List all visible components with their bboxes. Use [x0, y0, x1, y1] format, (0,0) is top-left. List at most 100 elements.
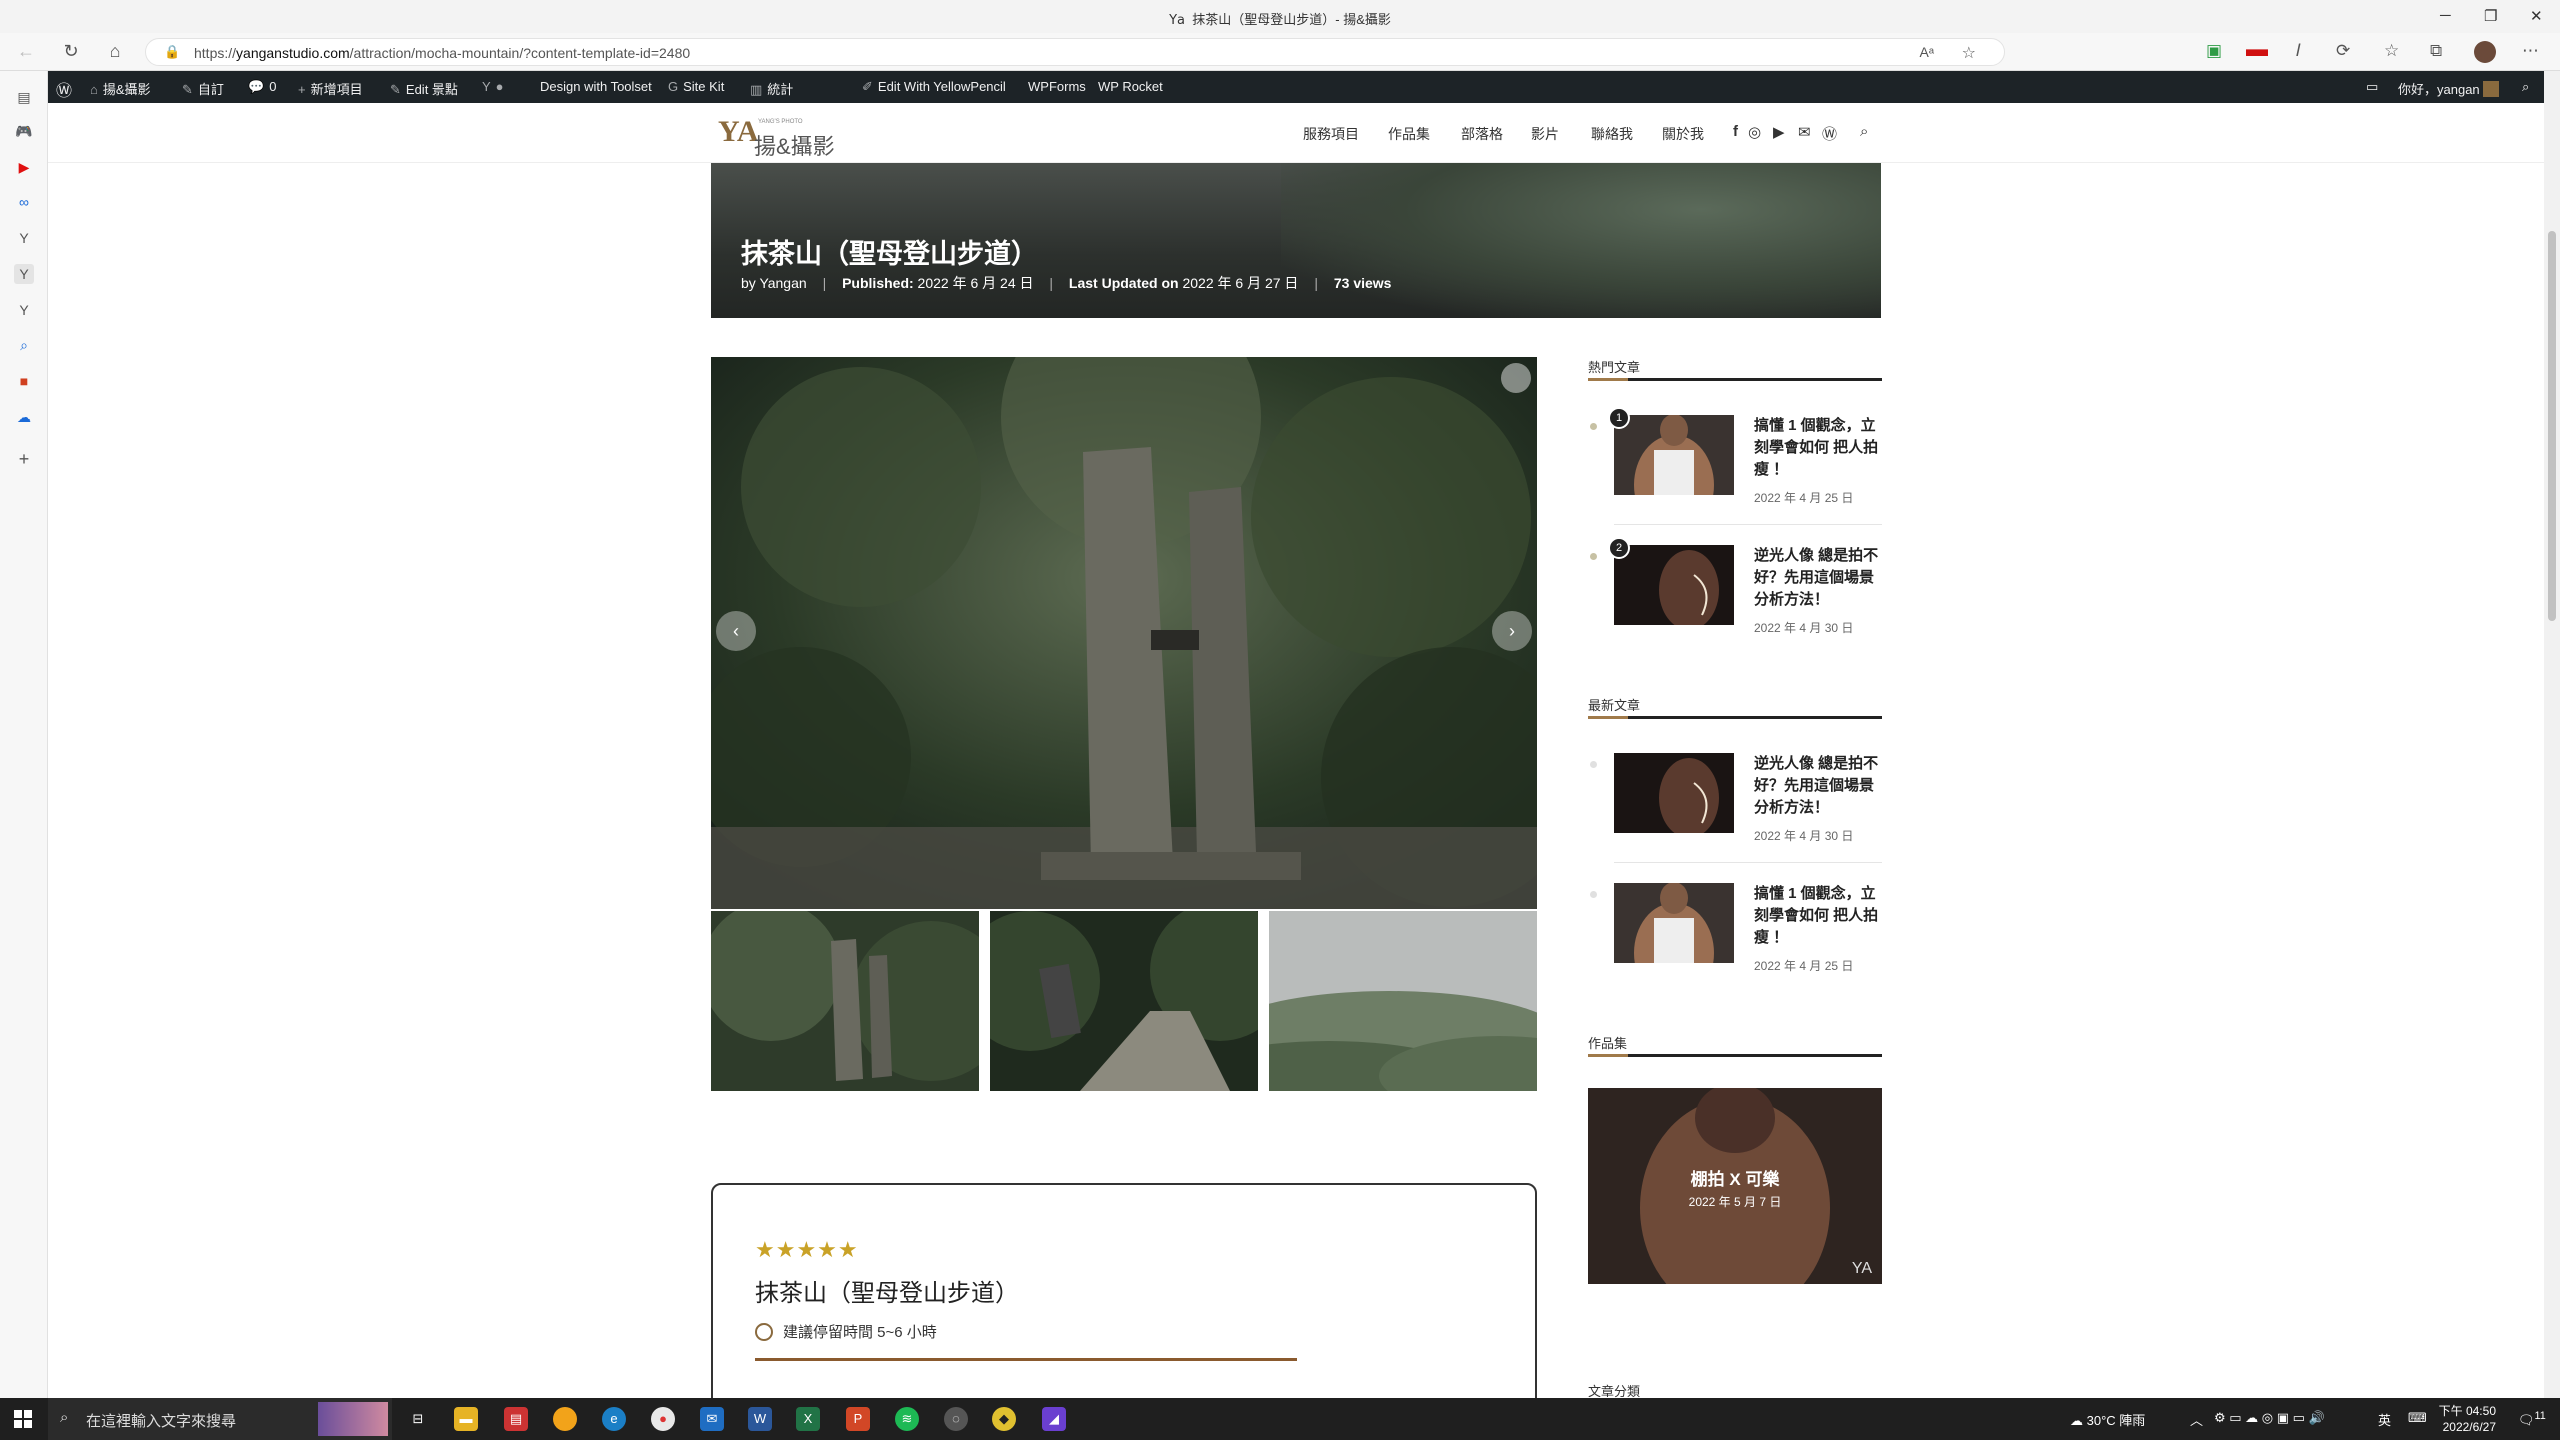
gallery-thumbnail[interactable]: [711, 911, 979, 1091]
wp-yellowpencil[interactable]: ✐ Edit With YellowPencil: [862, 79, 1006, 95]
sidebar-add-icon[interactable]: +: [14, 449, 34, 469]
page-scrollbar[interactable]: [2544, 71, 2560, 1398]
wp-site-name[interactable]: ⌂ 揚&攝影: [90, 79, 151, 98]
refresh-icon[interactable]: ↻: [59, 41, 83, 62]
chrome-icon[interactable]: ●: [651, 1407, 675, 1431]
sidebar-search-icon[interactable]: ⌕: [14, 335, 34, 355]
word-icon[interactable]: W: [748, 1407, 772, 1431]
post-title[interactable]: 逆光人像 總是拍不好？先用這個場景分析方法！: [1754, 753, 1882, 819]
restore-icon[interactable]: ❐: [2484, 7, 2497, 25]
gallery-thumbnail[interactable]: [1269, 911, 1537, 1091]
post-title[interactable]: 搞懂 1 個觀念，立刻學會如何 把人拍瘦 ！: [1754, 415, 1882, 481]
instagram-icon[interactable]: ◎: [1748, 123, 1761, 141]
nav-about[interactable]: 關於我: [1662, 124, 1704, 144]
popular-post-1[interactable]: 1 搞懂 1 個觀念，立刻學會如何 把人拍瘦 ！ 2022 年 4 月 25 日: [1588, 407, 1882, 535]
edge-icon[interactable]: e: [602, 1407, 626, 1431]
sidebar-ya2-icon[interactable]: Y: [14, 300, 34, 320]
sidebar-office-icon[interactable]: ■: [14, 371, 34, 391]
wp-notes-icon[interactable]: ▭: [2366, 79, 2378, 95]
wordpress-icon[interactable]: Ⓦ: [1822, 123, 1837, 144]
app-purple-icon[interactable]: ◢: [1042, 1407, 1066, 1431]
wp-search-icon[interactable]: ⌕: [2522, 79, 2529, 95]
app-gray-icon[interactable]: ◌: [944, 1407, 968, 1431]
nav-videos[interactable]: 影片: [1531, 124, 1559, 144]
wp-comments[interactable]: 💬 0: [248, 79, 276, 95]
wp-logo-icon[interactable]: Ⓦ: [56, 77, 72, 101]
app-weather-icon[interactable]: [553, 1407, 577, 1431]
post-title[interactable]: 搞懂 1 個觀念，立刻學會如何 把人拍瘦 ！: [1754, 883, 1882, 949]
profile-avatar[interactable]: [2474, 41, 2496, 63]
fullscreen-icon[interactable]: [1501, 363, 1531, 393]
wp-edit[interactable]: ✎ Edit 景點: [390, 79, 458, 98]
close-icon[interactable]: ✕: [2530, 7, 2543, 25]
latest-post-2[interactable]: 搞懂 1 個觀念，立刻學會如何 把人拍瘦 ！ 2022 年 4 月 25 日: [1588, 883, 1882, 1003]
back-icon[interactable]: ←: [14, 41, 38, 62]
home-icon[interactable]: ⌂: [103, 41, 127, 62]
youtube-icon[interactable]: ▶: [1773, 123, 1785, 141]
nav-portfolio[interactable]: 作品集: [1388, 124, 1430, 144]
sidebar-meta-icon[interactable]: ∞: [14, 192, 34, 212]
ime-mode-icon[interactable]: ⌨: [2408, 1410, 2427, 1426]
app-yellow-icon[interactable]: ◆: [992, 1407, 1016, 1431]
wp-new[interactable]: + 新增項目: [298, 79, 363, 98]
nav-services[interactable]: 服務項目: [1303, 124, 1359, 144]
search-icon[interactable]: ⌕: [1860, 123, 1868, 140]
wp-yoast[interactable]: Y ●: [482, 79, 509, 94]
collections-icon[interactable]: ⧉: [2430, 41, 2442, 61]
tray-icons[interactable]: ⚙ ▭ ☁ ◎ ▣ ▭ 🔊: [2214, 1410, 2325, 1426]
latest-post-1[interactable]: 逆光人像 總是拍不好？先用這個場景分析方法！ 2022 年 4 月 30 日: [1588, 753, 1882, 873]
facebook-icon[interactable]: f: [1733, 123, 1738, 140]
notification-icon[interactable]: 🗨11: [2518, 1410, 2546, 1428]
extensions-icon[interactable]: ⟳: [2336, 41, 2350, 61]
sidebar-ya-icon[interactable]: Y: [14, 228, 34, 248]
address-bar[interactable]: 🔒 https://yanganstudio.com/attraction/mo…: [145, 38, 2005, 66]
portfolio-card[interactable]: 棚拍 X 可樂 2022 年 5 月 7 日 YA: [1588, 1088, 1882, 1284]
taskbar-search[interactable]: ⌕ 在這裡輸入文字來搜尋: [48, 1398, 392, 1440]
meta-separator: |: [1314, 275, 1318, 291]
taskbar-clock[interactable]: 下午 04:50 2022/6/27: [2436, 1403, 2496, 1435]
sidebar-cloud-icon[interactable]: ☁: [14, 407, 34, 427]
gallery-prev-button[interactable]: ‹: [716, 611, 756, 651]
windows-start-icon[interactable]: [14, 1410, 32, 1428]
sidebar-game-icon[interactable]: 🎮: [14, 121, 34, 141]
wp-rocket[interactable]: WP Rocket: [1098, 79, 1163, 94]
sidebar-youtube-icon[interactable]: ▶: [14, 157, 34, 177]
favorites-icon[interactable]: ☆: [2384, 41, 2399, 61]
mail-app-icon[interactable]: ✉: [700, 1407, 724, 1431]
nav-contact[interactable]: 聯絡我: [1591, 124, 1633, 144]
minimize-icon[interactable]: ─: [2440, 7, 2451, 24]
gallery-thumbnail[interactable]: [990, 911, 1258, 1091]
more-icon[interactable]: ⋯: [2522, 41, 2539, 61]
scrollbar-thumb[interactable]: [2548, 231, 2556, 621]
task-view-icon[interactable]: ⊟: [406, 1407, 430, 1431]
file-explorer-icon[interactable]: ▬: [454, 1407, 478, 1431]
meta-author[interactable]: Yangan: [759, 275, 806, 291]
extension-l-icon[interactable]: 𝐼: [2296, 41, 2301, 61]
wp-wpforms[interactable]: WPForms: [1028, 79, 1086, 94]
nav-blog[interactable]: 部落格: [1461, 124, 1503, 144]
read-aloud-icon[interactable]: Aᵃ: [1919, 44, 1934, 60]
mail-icon[interactable]: ✉: [1798, 123, 1811, 141]
gallery-next-button[interactable]: ›: [1492, 611, 1532, 651]
powerpoint-icon[interactable]: P: [846, 1407, 870, 1431]
wp-customize[interactable]: ✎ 自訂: [182, 79, 224, 98]
weather-widget[interactable]: ☁ 30°C 陣雨: [2070, 1410, 2145, 1429]
wp-my-account[interactable]: 你好，yangan: [2398, 79, 2500, 98]
wp-stats[interactable]: ▥ 統計: [750, 79, 793, 98]
spotify-icon[interactable]: ≋: [895, 1407, 919, 1431]
ime-indicator[interactable]: 英: [2378, 1410, 2391, 1429]
wp-toolset[interactable]: Design with Toolset: [540, 79, 652, 94]
sidebar-ya-active-icon[interactable]: Y: [14, 264, 34, 284]
wp-sitekit[interactable]: G Site Kit: [668, 79, 724, 94]
site-logo[interactable]: YA YANG'S PHOTO 揚&攝影: [718, 115, 848, 159]
extension-green-icon[interactable]: ▣: [2206, 41, 2222, 61]
tray-chevron-icon[interactable]: ︿: [2190, 1410, 2203, 1429]
post-title[interactable]: 逆光人像 總是拍不好？先用這個場景分析方法！: [1754, 545, 1882, 611]
app-red-icon[interactable]: ▤: [504, 1407, 528, 1431]
sidebar-tabs-icon[interactable]: ▤: [14, 87, 34, 107]
excel-icon[interactable]: X: [796, 1407, 820, 1431]
favorite-add-icon[interactable]: ☆: [1962, 43, 1976, 63]
extension-red-icon[interactable]: ▬: [2246, 36, 2268, 62]
gallery-main-image[interactable]: [711, 357, 1537, 909]
popular-post-2[interactable]: 2 逆光人像 總是拍不好？先用這個場景分析方法！ 2022 年 4 月 30 日: [1588, 537, 1882, 665]
